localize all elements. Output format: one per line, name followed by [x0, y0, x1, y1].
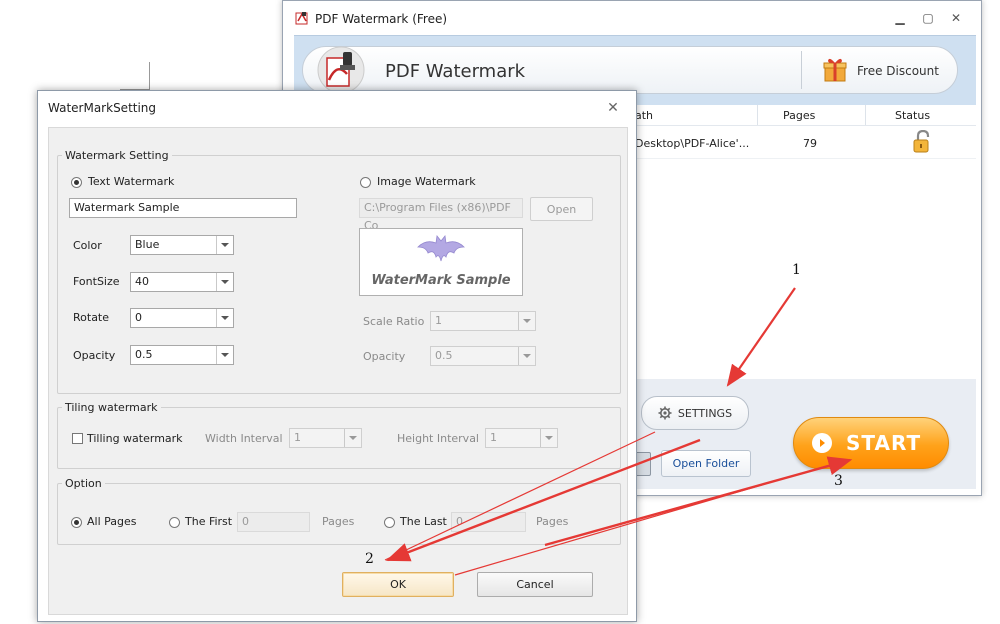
step-number-2: 2 [365, 551, 374, 567]
step-number-3: 3 [834, 473, 843, 489]
arrow-to-start [544, 456, 853, 547]
arrow-to-ok [385, 438, 701, 562]
annotation-arrows [384, 287, 853, 576]
arrow-to-settings [726, 287, 796, 387]
thin-line-settings-to-ok [384, 431, 656, 561]
step-number-1: 1 [792, 262, 801, 278]
